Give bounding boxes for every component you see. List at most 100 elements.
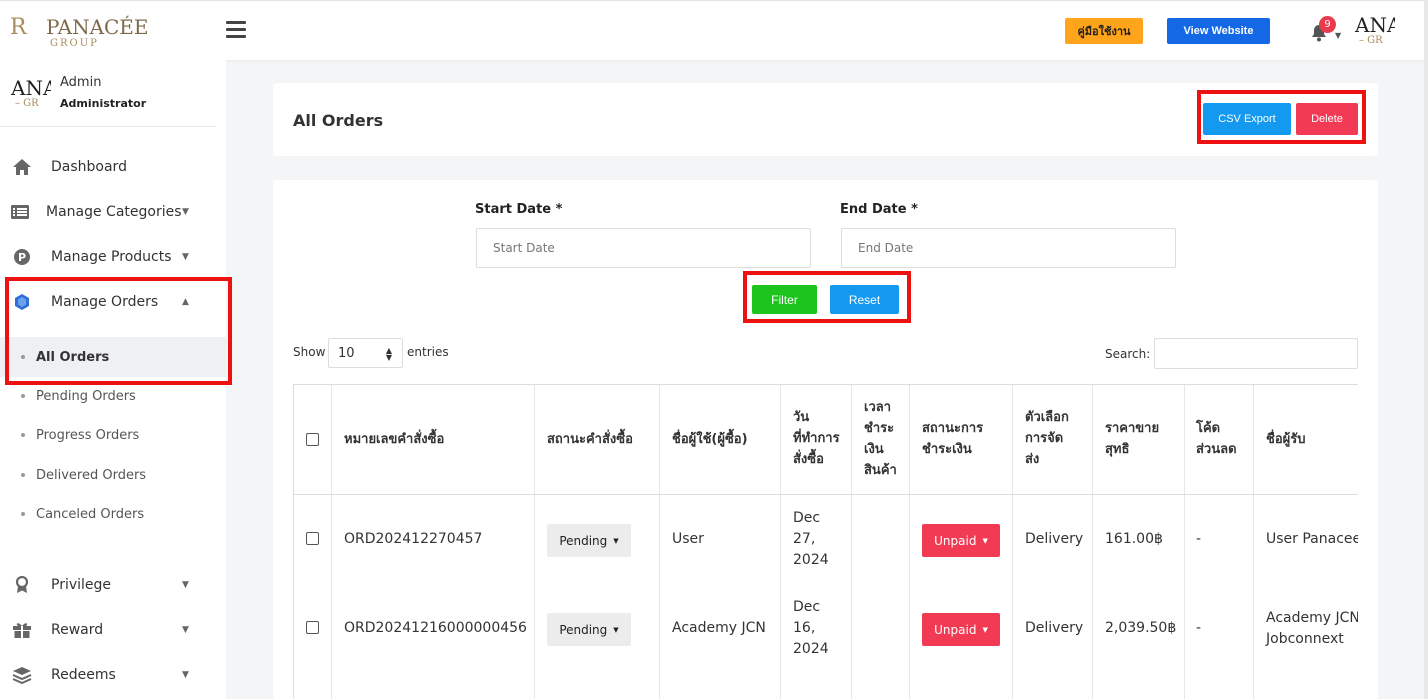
column-header-text: สถานะคำสั่งซื้อ [547,432,633,447]
avatar-text-top: ANA [1355,15,1395,37]
orders-icon [12,292,32,312]
sidebar-item-manage-orders[interactable]: Manage Orders ▲ [0,282,216,322]
notification-badge: 9 [1319,16,1336,33]
column-header-text: สั่งซื้อ [793,452,824,467]
buyer-name: Academy JCN [672,620,766,636]
order-status-dropdown[interactable]: Pending ▼ [547,524,631,557]
user-guide-button[interactable]: คู่มือใช้งาน [1065,18,1143,44]
order-number[interactable]: ORD202412270457 [344,529,482,550]
sidebar-subitem-delivered-orders[interactable]: Delivered Orders [0,455,226,495]
reset-button[interactable]: Reset [830,285,899,314]
sidebar-subitem-all-orders[interactable]: All Orders [0,337,226,377]
panacee-logo[interactable]: R PANACÉE GROUP [10,13,149,51]
sidebar-subitem-pending-orders[interactable]: Pending Orders [0,376,226,416]
entries-label: entries [407,345,449,359]
sidebar-item-manage-categories[interactable]: Manage Categories ▼ [0,192,216,232]
sidebar-subitem-label: All Orders [36,349,110,365]
caret-down-icon[interactable]: ▼ [1335,31,1341,40]
column-header-text: สินค้า [864,463,897,478]
header-avatar[interactable]: ANA – GR [1355,15,1395,49]
caret-down-icon: ▼ [182,207,189,217]
order-date: Dec 27, 2024 [793,508,829,571]
payment-text: Unpaid [934,533,977,548]
column-header-text: ที่ทำการ [793,431,840,446]
column-header-text: สถานะการ [922,421,984,436]
column-header-payment-time[interactable]: เวลา ชำระ เงิน สินค้า [864,397,897,481]
hamburger-menu-icon[interactable] [226,21,246,39]
caret-down-icon: ▼ [613,625,619,634]
sidebar-subitem-progress-orders[interactable]: Progress Orders [0,415,226,455]
search-input[interactable] [1154,338,1358,369]
sidebar-subitem-canceled-orders[interactable]: Canceled Orders [0,494,226,534]
column-header-receiver[interactable]: ชื่อผู้รับ [1266,429,1305,450]
column-header-text: ตัวเลือก [1025,410,1069,425]
avatar: ANA – GR [11,78,51,112]
column-header-text: เวลา [864,400,892,415]
column-header-order-no[interactable]: หมายเลขคำสั่งซื้อ [344,429,444,450]
sidebar-item-label: Redeems [51,667,116,683]
status-text: Pending [559,622,608,637]
sidebar-item-privilege[interactable]: Privilege ▼ [0,565,216,605]
row-checkbox[interactable] [306,621,319,634]
column-header-discount-code[interactable]: โค้ด ส่วนลด [1196,418,1237,460]
logo-subtext: GROUP [50,38,99,49]
column-header-order-status[interactable]: สถานะคำสั่งซื้อ [547,429,633,450]
sidebar-item-redeems[interactable]: Redeems ▼ [0,655,216,695]
receiver-line: User Panacee [1266,531,1358,547]
column-header-text: ส่วนลด [1196,442,1237,457]
order-status-dropdown[interactable]: Pending ▼ [547,613,631,646]
orders-table: หมายเลขคำสั่งซื้อ สถานะคำสั่งซื้อ ชื่อผู… [293,384,1358,699]
row-checkbox[interactable] [306,532,319,545]
column-header-text: ชื่อผู้ใช้(ผู้ซื้อ) [672,432,748,447]
column-header-text: วัน [793,410,810,425]
logo-text: PANACÉE [46,15,149,39]
payment-text: Unpaid [934,622,977,637]
column-divider [851,385,852,699]
caret-down-icon: ▼ [982,536,988,545]
select-all-checkbox[interactable] [306,433,319,446]
sidebar-subitem-label: Pending Orders [36,388,136,404]
entries-select[interactable]: 10 ▲ ▼ [328,338,403,368]
view-website-button[interactable]: View Website [1167,18,1270,44]
page-scrollbar[interactable] [1424,0,1428,699]
column-header-buyer[interactable]: ชื่อผู้ใช้(ผู้ซื้อ) [672,429,748,450]
discount-code: - [1196,531,1202,547]
caret-down-icon: ▼ [182,580,189,590]
delete-button[interactable]: Delete [1296,103,1358,135]
column-header-order-date[interactable]: วัน ที่ทำการ สั่งซื้อ [793,407,840,470]
order-number[interactable]: ORD20241216000000456 [344,618,527,639]
column-header-text: ส่ง [1025,452,1040,467]
csv-export-button[interactable]: CSV Export [1203,103,1291,135]
column-divider [331,385,332,699]
award-icon [12,575,32,595]
column-header-text: การจัด [1025,431,1064,446]
receiver-line: Academy JCN [1266,610,1358,626]
receiver-name: User Panacee [1266,529,1358,550]
sidebar-item-dashboard[interactable]: Dashboard [0,147,216,187]
column-header-net-price[interactable]: ราคาขาย สุทธิ [1105,418,1159,460]
column-header-text: ชื่อผู้รับ [1266,432,1306,447]
sidebar-subitem-label: Delivered Orders [36,467,147,483]
column-header-text: ชำระ [864,421,895,436]
column-header-payment-status[interactable]: สถานะการ ชำระเงิน [922,418,983,460]
sidebar-item-label: Reward [51,622,104,638]
user-role: Administrator [60,97,147,110]
start-date-input[interactable] [476,228,811,268]
sidebar-item-manage-products[interactable]: P Manage Products ▼ [0,237,216,277]
sidebar-item-label: Privilege [51,577,112,593]
end-date-label: End Date * [840,202,918,217]
date-part: 16, [793,620,816,636]
column-header-shipping-option[interactable]: ตัวเลือก การจัด ส่ง [1025,407,1069,470]
start-date-label: Start Date * [475,202,563,217]
filter-button[interactable]: Filter [752,285,817,314]
header-divider [293,494,1358,495]
sidebar-item-reward[interactable]: Reward ▼ [0,610,216,650]
column-divider [534,385,535,699]
end-date-input[interactable] [841,228,1176,268]
column-divider [1184,385,1185,699]
payment-status-dropdown[interactable]: Unpaid ▼ [922,524,1000,557]
payment-status-dropdown[interactable]: Unpaid ▼ [922,613,1000,646]
layers-icon [12,665,32,685]
user-panel: ANA – GR Admin Administrator [0,60,216,127]
column-divider [1253,385,1254,699]
